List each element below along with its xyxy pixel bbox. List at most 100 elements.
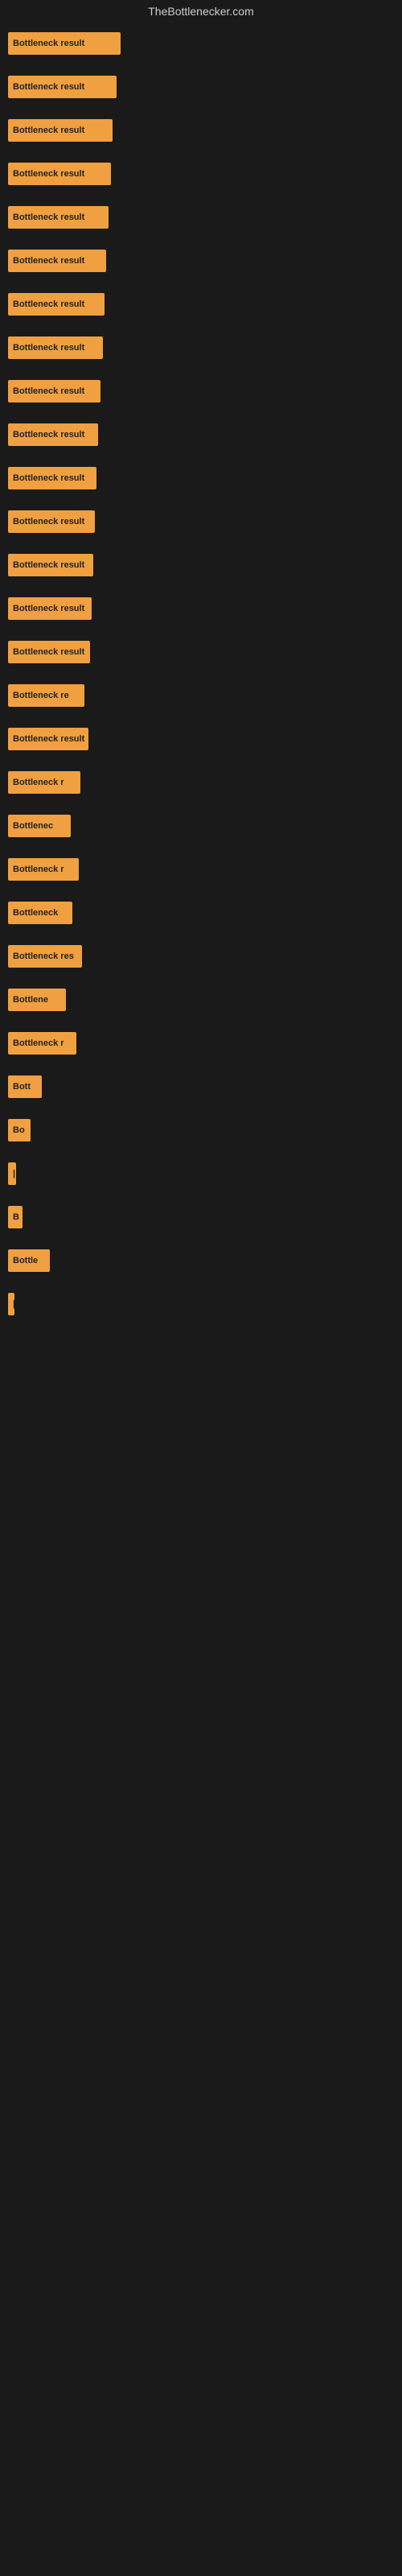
bar-gap [8,61,394,69]
bar-label: Bottleneck result [13,299,84,309]
bottleneck-bar: Bottleneck re [8,684,84,707]
bottleneck-bar: Bottleneck result [8,250,106,272]
bottleneck-bar: Bottlene [8,989,66,1011]
bar-label: Bottleneck re [13,691,69,700]
bottleneck-bar: B [8,1206,23,1228]
bar-row: Bottleneck result [8,504,394,539]
bar-gap [8,713,394,721]
bar-row: Bottleneck result [8,113,394,148]
bar-gap [8,931,394,939]
bar-row: Bottleneck result [8,287,394,322]
bottleneck-bar: | [8,1293,14,1315]
bar-row: Bottleneck result [8,69,394,105]
bar-gap [8,409,394,417]
bar-row: Bottleneck result [8,243,394,279]
bar-row: Bottleneck r [8,765,394,800]
bar-row: Bottleneck result [8,200,394,235]
bottleneck-bar: Bottleneck result [8,163,111,185]
bottleneck-bar: Bottleneck result [8,423,98,446]
bottleneck-bar: Bottleneck r [8,1032,76,1055]
bar-row: Bottleneck [8,895,394,931]
bar-row: Bottleneck result [8,374,394,409]
bar-label: Bottle [13,1256,38,1265]
bar-label: Bottleneck [13,908,58,918]
bar-gap [8,1104,394,1113]
bar-label: Bottleneck result [13,560,84,570]
bar-label: Bottleneck result [13,126,84,135]
bottleneck-bar: Bottleneck result [8,554,93,576]
bar-gap [8,148,394,156]
bar-gap [8,887,394,895]
bars-container: Bottleneck result Bottleneck result Bottle… [0,23,402,1322]
bar-label: Bottleneck result [13,734,84,744]
bar-gap [8,626,394,634]
bottleneck-bar: Bottleneck result [8,119,113,142]
bar-row: Bott [8,1069,394,1104]
bar-gap [8,279,394,287]
bar-label: Bottleneck result [13,169,84,179]
bar-label: Bottleneck result [13,82,84,92]
bottleneck-bar: Bottleneck result [8,597,92,620]
bar-label: Bottleneck result [13,213,84,222]
bar-label: Bottleneck result [13,647,84,657]
bar-gap [8,1148,394,1156]
bottleneck-bar: Bottlenec [8,815,71,837]
bottleneck-bar: Bottleneck result [8,206,109,229]
bottleneck-bar: Bottleneck r [8,771,80,794]
bar-gap [8,452,394,460]
bar-row: Bottleneck result [8,26,394,61]
bar-row: B [8,1199,394,1235]
bar-row: Bottleneck result [8,547,394,583]
bar-gap [8,322,394,330]
bar-row: Bottlenec [8,808,394,844]
bar-gap [8,365,394,374]
bar-row: Bottleneck result [8,634,394,670]
bar-label: Bottleneck result [13,604,84,613]
bar-gap [8,974,394,982]
bar-gap [8,192,394,200]
bar-label: Bott [13,1082,31,1092]
bottleneck-bar: Bottleneck result [8,76,117,98]
bottleneck-bar: Bottleneck res [8,945,82,968]
bar-label: Bottleneck r [13,865,64,874]
site-title: TheBottlenecker.com [0,0,402,23]
bottleneck-bar: Bottleneck [8,902,72,924]
bar-label: Bottleneck result [13,256,84,266]
bar-label: Bottleneck res [13,952,74,961]
bar-row: Bottleneck result [8,460,394,496]
bottleneck-bar: | [8,1162,16,1185]
bar-label: Bottleneck result [13,386,84,396]
bar-gap [8,583,394,591]
bar-row: Bottleneck r [8,852,394,887]
bar-row: Bottleneck result [8,591,394,626]
bar-label: | [13,1299,14,1309]
bar-row: Bottleneck result [8,330,394,365]
bar-row: Bottleneck result [8,417,394,452]
bar-row: Bottle [8,1243,394,1278]
bottleneck-bar: Bott [8,1075,42,1098]
bar-label: B [13,1212,19,1222]
bottleneck-bar: Bo [8,1119,31,1141]
bar-gap [8,539,394,547]
bar-row: Bo [8,1113,394,1148]
bar-gap [8,1278,394,1286]
bar-gap [8,844,394,852]
bar-label: Bottleneck result [13,473,84,483]
bottleneck-bar: Bottleneck result [8,380,100,402]
bottleneck-bar: Bottleneck result [8,728,88,750]
bar-row: Bottleneck re [8,678,394,713]
bar-label: Bottleneck result [13,39,84,48]
bar-row: Bottleneck result [8,156,394,192]
bar-row: Bottleneck r [8,1026,394,1061]
bar-gap [8,1018,394,1026]
bottleneck-bar: Bottleneck result [8,336,103,359]
bar-gap [8,105,394,113]
bar-label: Bottleneck r [13,778,64,787]
bar-gap [8,670,394,678]
bar-label: Bottlenec [13,821,53,831]
bar-row: Bottleneck res [8,939,394,974]
bottleneck-bar: Bottleneck r [8,858,79,881]
bar-gap [8,496,394,504]
bottleneck-bar: Bottleneck result [8,293,105,316]
bar-label: Bottleneck result [13,430,84,440]
